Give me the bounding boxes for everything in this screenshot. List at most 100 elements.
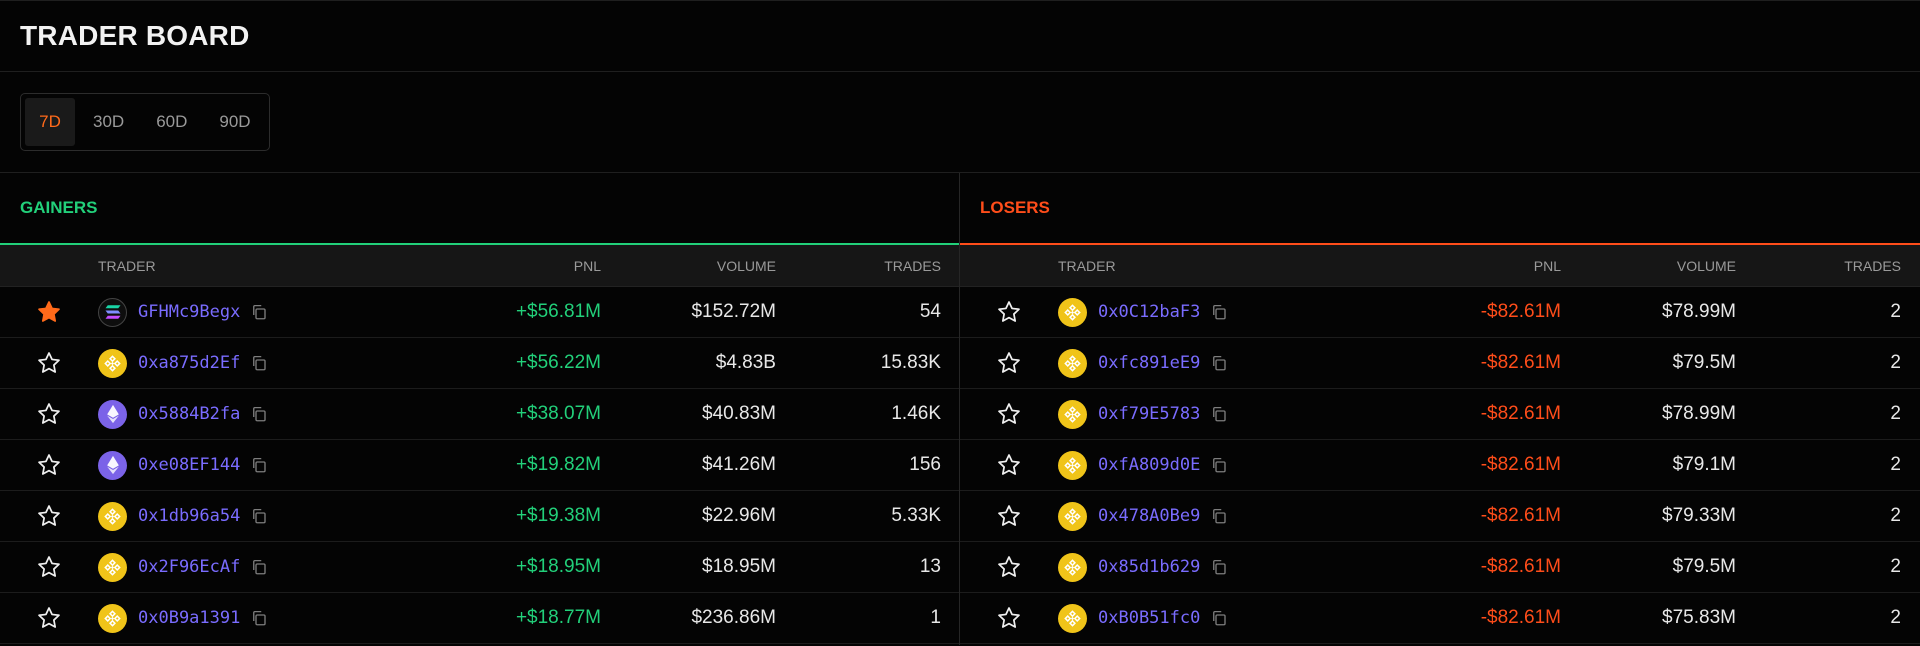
copy-icon[interactable]	[1210, 405, 1228, 423]
bnb-icon	[1058, 297, 1087, 327]
bnb-icon	[98, 501, 127, 531]
volume-value: $79.1M	[1672, 454, 1736, 475]
page-title: TRADER BOARD	[20, 20, 250, 51]
star-icon[interactable]	[36, 554, 62, 580]
trader-address[interactable]: 0x0C12baF3	[1098, 302, 1200, 322]
star-icon[interactable]	[996, 452, 1022, 478]
bnb-icon	[1058, 552, 1087, 582]
copy-icon[interactable]	[250, 354, 268, 372]
period-filter-bar: 7D 30D 60D 90D	[0, 72, 1920, 173]
copy-icon[interactable]	[1210, 456, 1228, 474]
pnl-value: -$82.61M	[1480, 556, 1561, 577]
volume-value: $79.5M	[1672, 352, 1736, 373]
copy-icon[interactable]	[250, 558, 268, 576]
trades-value: 2	[1890, 403, 1901, 424]
copy-icon[interactable]	[250, 507, 268, 525]
volume-value: $22.96M	[702, 505, 776, 526]
bnb-icon	[1058, 348, 1087, 378]
table-row[interactable]: GFHMc9Begx +$56.81M $152.72M 54	[0, 287, 959, 338]
table-row[interactable]: 0xf79E5783 -$82.61M $78.99M 2	[960, 389, 1920, 440]
sol-icon	[98, 297, 127, 327]
star-filled-icon[interactable]	[36, 299, 62, 325]
copy-icon[interactable]	[1210, 354, 1228, 372]
star-icon[interactable]	[996, 605, 1022, 631]
pnl-value: -$82.61M	[1480, 607, 1561, 628]
pnl-value: -$82.61M	[1480, 301, 1561, 322]
table-row[interactable]: 0x85d1b629 -$82.61M $79.5M 2	[960, 542, 1920, 593]
star-icon[interactable]	[996, 350, 1022, 376]
trades-column-header[interactable]: TRADES	[1736, 258, 1901, 274]
bnb-icon	[1058, 501, 1087, 531]
trader-address[interactable]: 0xf79E5783	[1098, 404, 1200, 424]
copy-icon[interactable]	[1210, 507, 1228, 525]
pnl-value: -$82.61M	[1480, 352, 1561, 373]
trader-column-header: TRADER	[1058, 257, 1116, 274]
eth-icon	[98, 450, 127, 480]
copy-icon[interactable]	[1210, 303, 1228, 321]
trader-address[interactable]: 0x5884B2fa	[138, 404, 240, 424]
volume-value: $18.95M	[702, 556, 776, 577]
trader-address[interactable]: 0x478A0Be9	[1098, 506, 1200, 526]
table-row[interactable]: 0x478A0Be9 -$82.61M $79.33M 2	[960, 491, 1920, 542]
copy-icon[interactable]	[250, 405, 268, 423]
copy-icon[interactable]	[250, 303, 268, 321]
volume-column-header[interactable]: VOLUME	[1561, 258, 1736, 274]
tab-60d[interactable]: 60D	[142, 98, 201, 146]
volume-value: $152.72M	[691, 301, 776, 322]
trades-value: 1.46K	[891, 403, 941, 424]
trader-address[interactable]: 0xfA809d0E	[1098, 455, 1200, 475]
star-icon[interactable]	[996, 554, 1022, 580]
tab-90d[interactable]: 90D	[205, 98, 264, 146]
star-icon[interactable]	[996, 401, 1022, 427]
table-row[interactable]: 0x1db96a54 +$19.38M $22.96M 5.33K	[0, 491, 959, 542]
table-row[interactable]: 0xfA809d0E -$82.61M $79.1M 2	[960, 440, 1920, 491]
table-row[interactable]: 0x0C12baF3 -$82.61M $78.99M 2	[960, 287, 1920, 338]
trades-value: 2	[1890, 607, 1901, 628]
bnb-icon	[98, 348, 127, 378]
tab-30d[interactable]: 30D	[79, 98, 138, 146]
trades-value: 2	[1890, 301, 1901, 322]
copy-icon[interactable]	[1210, 558, 1228, 576]
table-row[interactable]: 0xe08EF144 +$19.82M $41.26M 156	[0, 440, 959, 491]
copy-icon[interactable]	[250, 609, 268, 627]
trader-address[interactable]: 0xfc891eE9	[1098, 353, 1200, 373]
volume-column-header[interactable]: VOLUME	[601, 258, 776, 274]
pnl-value: +$38.07M	[515, 403, 601, 424]
pnl-column-header[interactable]: PNL	[1388, 258, 1561, 274]
trader-address[interactable]: 0x85d1b629	[1098, 557, 1200, 577]
volume-value: $79.33M	[1662, 505, 1736, 526]
trader-address[interactable]: 0xa875d2Ef	[138, 353, 240, 373]
volume-value: $79.5M	[1672, 556, 1736, 577]
trader-address[interactable]: 0x1db96a54	[138, 506, 240, 526]
trades-value: 156	[909, 454, 941, 475]
star-icon[interactable]	[36, 452, 62, 478]
star-icon[interactable]	[36, 350, 62, 376]
pnl-column-header[interactable]: PNL	[428, 258, 601, 274]
table-row[interactable]: 0xfc891eE9 -$82.61M $79.5M 2	[960, 338, 1920, 389]
gainers-panel: GAINERS TRADER PNL VOLUME TRADES GFHMc9B…	[0, 173, 960, 645]
trader-address[interactable]: 0xe08EF144	[138, 455, 240, 475]
table-row[interactable]: 0xa875d2Ef +$56.22M $4.83B 15.83K	[0, 338, 959, 389]
trader-address[interactable]: 0xB0B51fc0	[1098, 608, 1200, 628]
pnl-value: +$18.95M	[515, 556, 601, 577]
tab-7d[interactable]: 7D	[25, 98, 75, 146]
table-row[interactable]: 0x0B9a1391 +$18.77M $236.86M 1	[0, 593, 959, 644]
copy-icon[interactable]	[250, 456, 268, 474]
losers-title: LOSERS	[960, 173, 1920, 245]
trader-address[interactable]: 0x0B9a1391	[138, 608, 240, 628]
table-row[interactable]: 0x5884B2fa +$38.07M $40.83M 1.46K	[0, 389, 959, 440]
trader-address[interactable]: 0x2F96EcAf	[138, 557, 240, 577]
trades-value: 2	[1890, 454, 1901, 475]
star-icon[interactable]	[996, 503, 1022, 529]
star-icon[interactable]	[36, 503, 62, 529]
bnb-icon	[1058, 603, 1087, 633]
trader-address[interactable]: GFHMc9Begx	[138, 302, 240, 322]
table-row[interactable]: 0xB0B51fc0 -$82.61M $75.83M 2	[960, 593, 1920, 644]
copy-icon[interactable]	[1210, 609, 1228, 627]
star-icon[interactable]	[36, 605, 62, 631]
gainers-title: GAINERS	[0, 173, 959, 245]
trades-column-header[interactable]: TRADES	[776, 258, 941, 274]
table-row[interactable]: 0x2F96EcAf +$18.95M $18.95M 13	[0, 542, 959, 593]
star-icon[interactable]	[36, 401, 62, 427]
star-icon[interactable]	[996, 299, 1022, 325]
